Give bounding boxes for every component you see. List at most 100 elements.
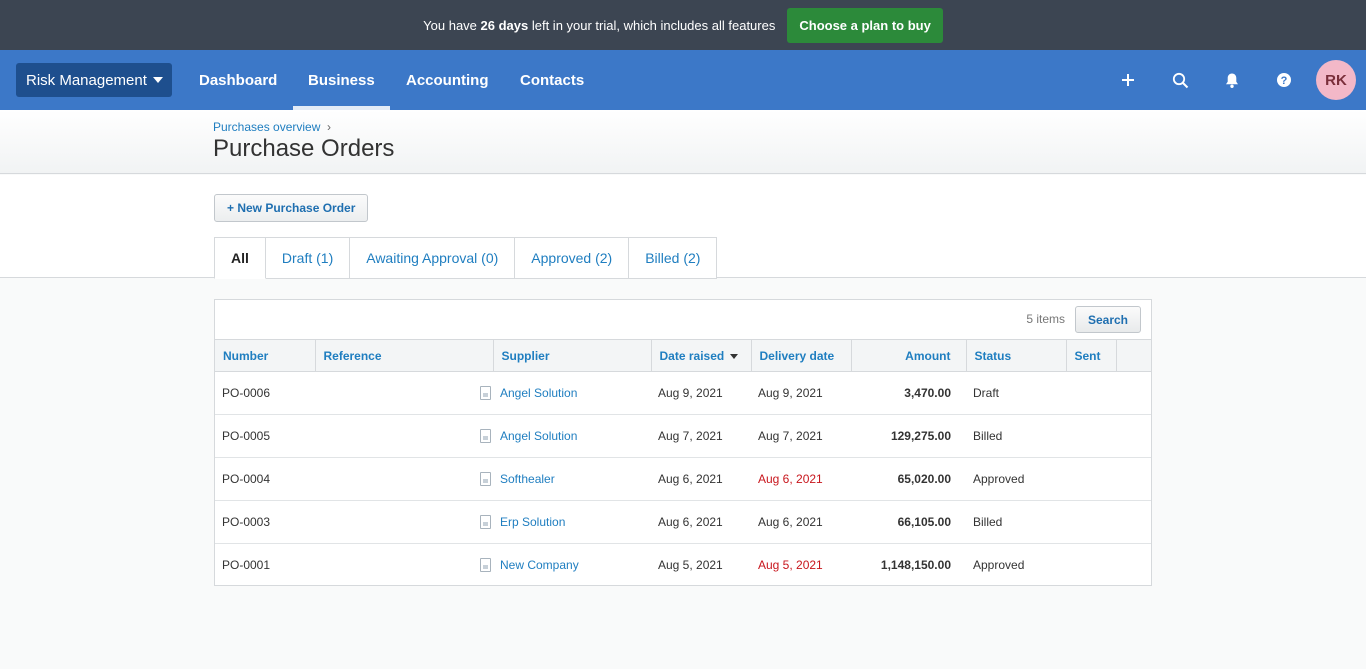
po-actions	[1116, 371, 1151, 415]
col-reference[interactable]: Reference	[315, 339, 494, 372]
toolbar-area: + New Purchase Order All Draft (1) Await…	[0, 175, 1366, 279]
po-status: Billed	[966, 500, 1066, 544]
po-supplier-cell: Angel Solution	[480, 371, 651, 415]
document-icon	[480, 558, 491, 572]
po-number: PO-0001	[222, 558, 271, 573]
panel-toolbar: 5 items Search	[215, 300, 1151, 339]
po-actions	[1116, 544, 1151, 587]
po-number: PO-0004	[215, 457, 315, 501]
col-delivery-date[interactable]: Delivery date	[751, 339, 852, 372]
tab-approved[interactable]: Approved (2)	[515, 237, 630, 279]
po-delivery-date: Aug 9, 2021	[751, 371, 851, 415]
sort-descending-icon	[730, 353, 739, 359]
po-status: Billed	[966, 414, 1066, 458]
po-date-raised: Aug 5, 2021	[658, 558, 723, 573]
po-status: Approved	[973, 558, 1025, 573]
po-status: Draft	[966, 371, 1066, 415]
po-actions	[1116, 457, 1151, 501]
col-actions	[1116, 339, 1151, 372]
po-supplier-cell: Angel Solution	[480, 414, 651, 458]
po-date-raised: Aug 6, 2021	[651, 457, 751, 501]
col-date-raised[interactable]: Date raised	[651, 339, 752, 372]
help-icon[interactable]: ?	[1272, 68, 1296, 92]
tab-billed[interactable]: Billed (2)	[629, 237, 718, 279]
po-status: Approved	[966, 457, 1066, 501]
table-header-row: Number Reference Supplier Date raised De…	[215, 339, 1151, 372]
purchase-orders-panel: 5 items Search Number Reference Supplier…	[214, 299, 1152, 586]
col-amount[interactable]: Amount	[851, 339, 967, 372]
table-row[interactable]: PO-0003 Erp Solution Aug 6, 2021 Aug 6, …	[215, 500, 1151, 544]
search-icon[interactable]	[1168, 68, 1192, 92]
search-button[interactable]: Search	[1075, 306, 1141, 333]
col-number[interactable]: Number	[215, 339, 316, 372]
po-sent	[1066, 500, 1116, 544]
nav-contacts[interactable]: Contacts	[520, 50, 584, 110]
po-delivery-date-overdue: Aug 5, 2021	[758, 558, 823, 573]
col-status[interactable]: Status	[966, 339, 1067, 372]
tab-all[interactable]: All	[214, 237, 266, 279]
breadcrumb-separator: ›	[327, 120, 331, 134]
po-reference	[315, 371, 493, 415]
po-supplier-cell: New Company	[480, 544, 651, 587]
table-row[interactable]: PO-0004 Softhealer Aug 6, 2021 Aug 6, 20…	[215, 457, 1151, 501]
col-date-raised-label: Date raised	[659, 348, 725, 363]
avatar[interactable]: RK	[1316, 60, 1356, 100]
po-delivery-date: Aug 6, 2021	[751, 500, 851, 544]
po-sent	[1066, 457, 1116, 501]
supplier-link[interactable]: Erp Solution	[500, 515, 565, 529]
po-reference	[315, 500, 493, 544]
po-sent	[1066, 544, 1116, 587]
org-name: Risk Management	[26, 71, 147, 89]
supplier-link[interactable]: Angel Solution	[500, 429, 577, 443]
po-supplier-cell: Softhealer	[480, 457, 651, 501]
page-title: Purchase Orders	[213, 135, 395, 162]
po-supplier-cell: Erp Solution	[480, 500, 651, 544]
po-reference	[315, 457, 493, 501]
items-count: 5 items	[1026, 312, 1065, 326]
choose-plan-button[interactable]: Choose a plan to buy	[787, 7, 943, 43]
po-amount: 3,470.00	[851, 371, 966, 415]
po-sent	[1066, 371, 1116, 415]
nav-dashboard[interactable]: Dashboard	[199, 50, 277, 110]
col-supplier[interactable]: Supplier	[493, 339, 652, 372]
svg-text:?: ?	[1281, 75, 1288, 87]
table-row[interactable]: PO-0006 Angel Solution Aug 9, 2021 Aug 9…	[215, 371, 1151, 415]
plus-icon[interactable]	[1116, 68, 1140, 92]
po-actions	[1116, 500, 1151, 544]
supplier-link[interactable]: New Company	[500, 558, 579, 572]
page-header: Purchases overview › Purchase Orders	[0, 110, 1366, 174]
new-purchase-order-button[interactable]: + New Purchase Order	[214, 194, 369, 222]
po-number: PO-0006	[215, 371, 315, 415]
trial-banner: You have 26 days left in your trial, whi…	[0, 0, 1366, 50]
document-icon	[480, 472, 491, 486]
po-number: PO-0003	[215, 500, 315, 544]
caret-down-icon	[152, 77, 163, 83]
nav-accounting[interactable]: Accounting	[406, 50, 489, 110]
nav-business[interactable]: Business	[293, 50, 390, 110]
tab-awaiting-approval[interactable]: Awaiting Approval (0)	[350, 237, 516, 279]
po-delivery-date: Aug 7, 2021	[751, 414, 851, 458]
po-amount: 1,148,150.00	[880, 558, 951, 573]
po-number: PO-0005	[215, 414, 315, 458]
po-amount: 66,105.00	[851, 500, 966, 544]
po-actions	[1116, 414, 1151, 458]
table-row[interactable]: PO-0005 Angel Solution Aug 7, 2021 Aug 7…	[215, 414, 1151, 458]
table-row[interactable]: PO-0001 New Company Aug 5, 2021 Aug 5, 2…	[215, 544, 1151, 587]
document-icon	[480, 515, 491, 529]
col-sent[interactable]: Sent	[1066, 339, 1117, 372]
po-date-raised: Aug 9, 2021	[651, 371, 751, 415]
po-amount: 129,275.00	[851, 414, 966, 458]
org-switcher[interactable]: Risk Management	[16, 63, 172, 97]
supplier-link[interactable]: Softhealer	[500, 472, 555, 486]
po-sent	[1066, 414, 1116, 458]
po-date-raised: Aug 6, 2021	[651, 500, 751, 544]
document-icon	[480, 386, 491, 400]
breadcrumb-purchases-overview[interactable]: Purchases overview	[213, 120, 320, 134]
po-delivery-date-overdue: Aug 6, 2021	[751, 457, 851, 501]
tab-draft[interactable]: Draft (1)	[265, 237, 351, 279]
bell-icon[interactable]	[1220, 68, 1244, 92]
status-tabs: All Draft (1) Awaiting Approval (0) Appr…	[214, 237, 718, 279]
supplier-link[interactable]: Angel Solution	[500, 386, 577, 400]
po-date-raised: Aug 7, 2021	[651, 414, 751, 458]
purchase-orders-table: Number Reference Supplier Date raised De…	[215, 339, 1151, 587]
